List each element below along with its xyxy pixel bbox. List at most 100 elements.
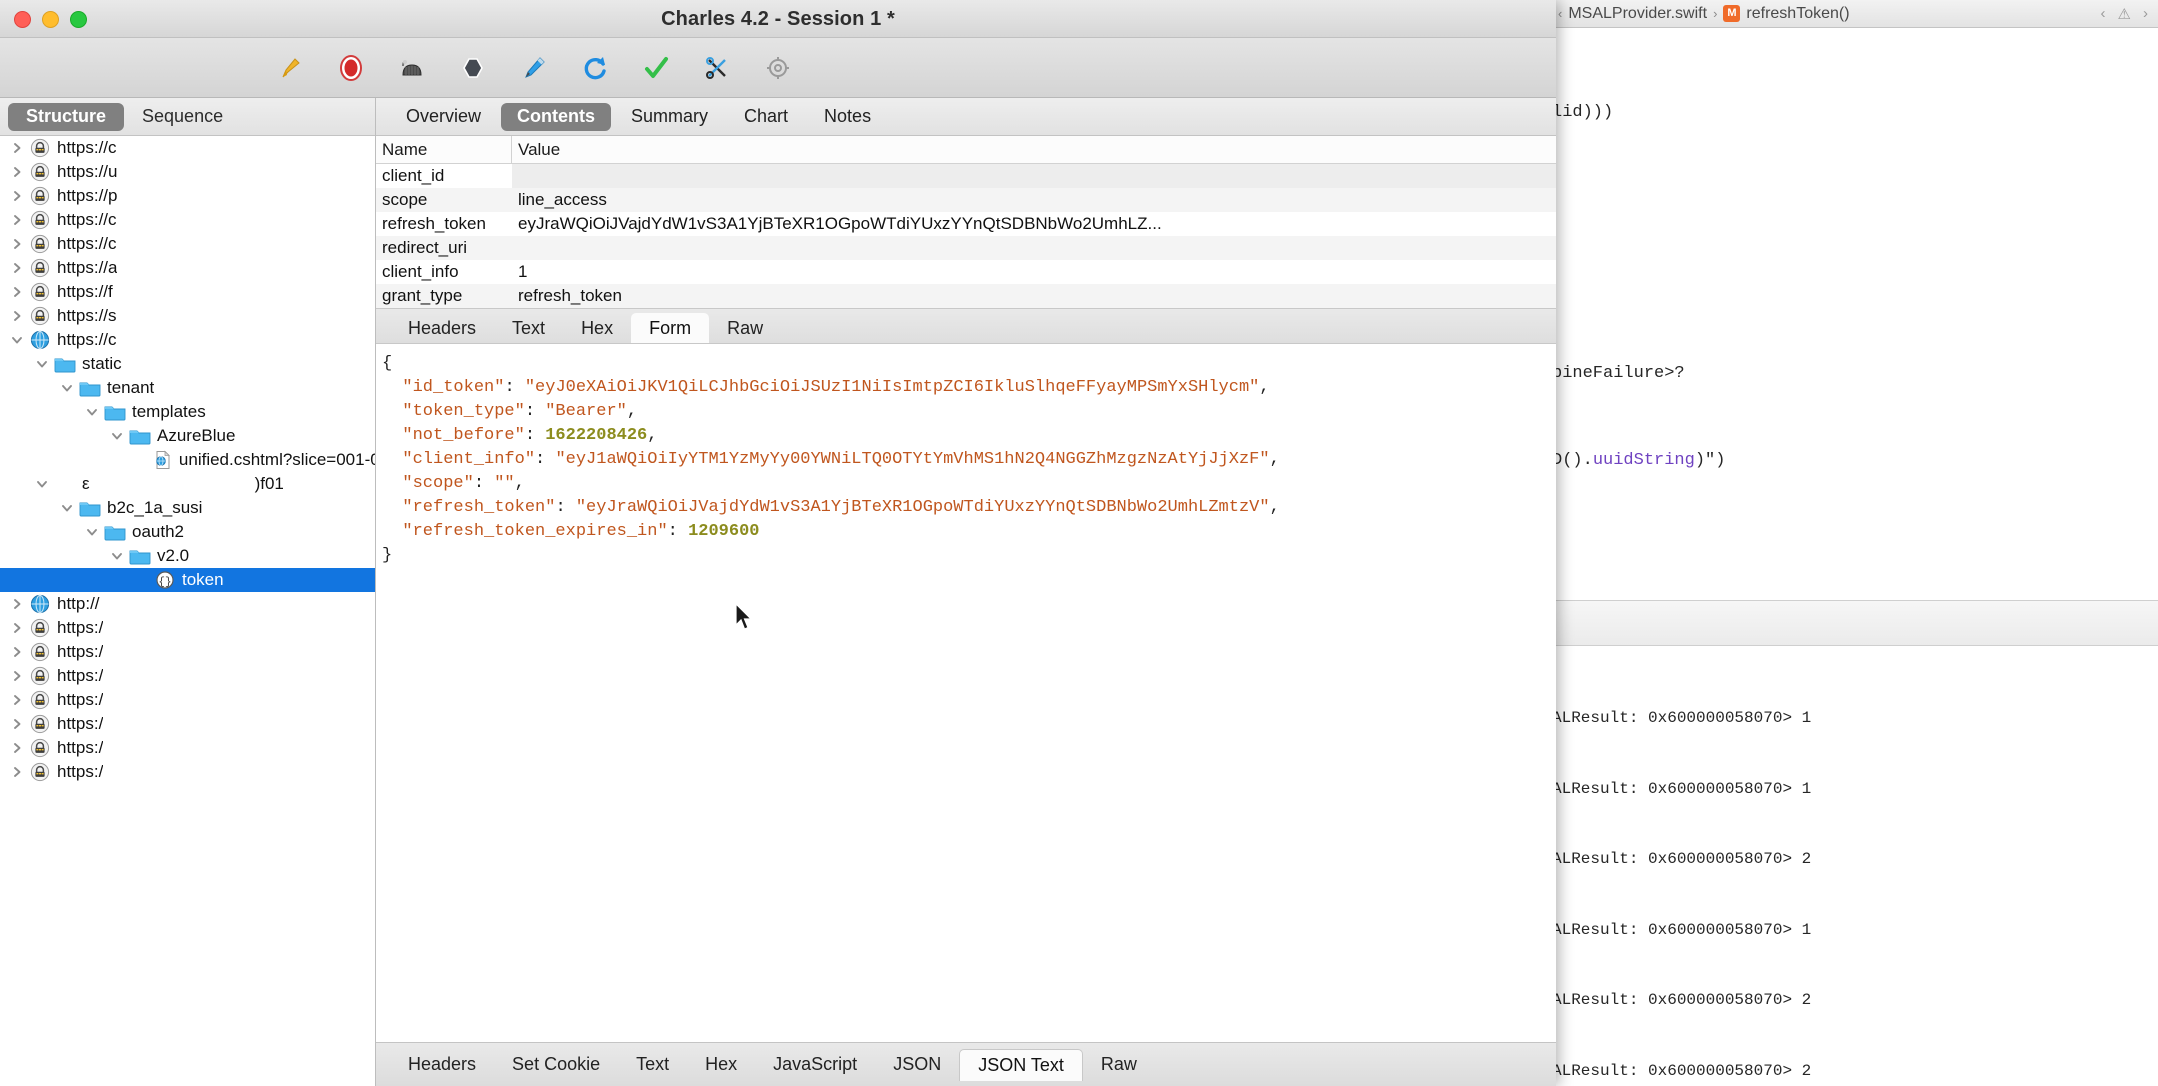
chevron-right-icon[interactable] [6,213,28,227]
main-toolbar[interactable] [0,38,1556,98]
session-tree[interactable]: https://c https://u https://p https://c http… [0,136,375,1086]
tree-item-https-f[interactable]: https://f [0,280,375,304]
chevron-right-icon[interactable] [6,693,28,707]
chevron-down-icon[interactable] [31,477,53,491]
minimize-window-button[interactable] [42,11,59,28]
chevron-down-icon[interactable] [106,429,128,443]
zoom-window-button[interactable] [70,11,87,28]
chevron-right-icon[interactable] [6,597,28,611]
breakpoints-icon[interactable] [453,48,493,88]
xcode-console-output[interactable]: ALResult: 0x600000058070> 1 ALResult: 0x… [1548,646,2158,1086]
subtab-raw[interactable]: Raw [709,313,781,343]
table-row[interactable]: client_id [376,164,1556,188]
tools-icon[interactable] [697,48,737,88]
chevron-right-icon[interactable] [6,717,28,731]
warning-icon[interactable]: ⚠ [2118,5,2131,23]
detail-tabbar[interactable]: Overview Contents Summary Chart Notes [376,98,1556,136]
tab-chart[interactable]: Chart [728,103,804,131]
table-row[interactable]: redirect_uri [376,236,1556,260]
clear-session-icon[interactable] [270,48,310,88]
chevron-down-icon[interactable] [56,381,78,395]
tab-overview[interactable]: Overview [390,103,497,131]
xcode-source-code[interactable]: lid))) bineFailure>? D().uuidString)") o… [1548,28,2158,640]
tree-item-https-u[interactable]: https://u [0,160,375,184]
chevron-left-nav-icon[interactable]: ‹ [2101,5,2106,23]
chevron-right-icon[interactable] [6,237,28,251]
subtab-form[interactable]: Form [631,313,710,343]
close-window-button[interactable] [14,11,31,28]
tree-item-static[interactable]: static [0,352,375,376]
tab-structure[interactable]: Structure [8,102,125,131]
structure-sequence-segmented-control[interactable]: Structure Sequence [0,98,375,136]
subtab-hex[interactable]: Hex [563,313,631,343]
chevron-right-icon[interactable] [6,669,28,683]
jumpbar-file-label[interactable]: MSALProvider.swift [1568,5,1707,23]
chevron-right-icon[interactable] [6,309,28,323]
bottomtab-hex[interactable]: Hex [687,1049,755,1081]
chevron-right-icon[interactable] [6,645,28,659]
chevron-down-icon[interactable] [6,333,28,347]
traffic-light-buttons[interactable] [14,11,87,28]
bottomtab-text[interactable]: Text [618,1049,687,1081]
tree-item-https[interactable]: https:/ [0,616,375,640]
throttle-icon[interactable] [392,48,432,88]
tab-sequence[interactable]: Sequence [124,103,241,131]
chevron-right-icon[interactable] [6,621,28,635]
tree-item-[interactable]: ε)f01 [0,472,375,496]
chevron-right-nav-icon[interactable]: › [2143,5,2148,23]
tree-item-b2c-1a-susi[interactable]: b2c_1a_susi [0,496,375,520]
bottomtab-json-text[interactable]: JSON Text [959,1048,1083,1081]
tree-item-https[interactable]: https:/ [0,688,375,712]
record-icon[interactable] [331,48,371,88]
subtab-text[interactable]: Text [494,313,563,343]
chevron-down-icon[interactable] [56,501,78,515]
chevron-down-icon[interactable] [81,405,103,419]
tree-item-unified-cshtml-slice-001-00[interactable]: unified.cshtml?slice=001-00 [0,448,375,472]
tree-item-oauth2[interactable]: oauth2 [0,520,375,544]
tree-item-https[interactable]: https:/ [0,736,375,760]
tree-item-http[interactable]: http:// [0,592,375,616]
chevron-right-icon[interactable] [6,261,28,275]
chevron-right-icon[interactable] [6,189,28,203]
tree-item-https[interactable]: https:/ [0,760,375,784]
param-value-cell[interactable]: eyJraWQiOiJVajdYdW1vS3A1YjBTeXR1OGpoWTdi… [512,214,1556,234]
chevron-down-icon[interactable] [106,549,128,563]
tree-item-https[interactable]: https:/ [0,640,375,664]
chevron-left-icon[interactable]: ‹ [1558,6,1562,21]
tree-item-https-s[interactable]: https://s [0,304,375,328]
tree-item-https-c[interactable]: https://c [0,232,375,256]
tab-summary[interactable]: Summary [615,103,724,131]
tree-item-azureblue[interactable]: AzureBlue [0,424,375,448]
tree-item-https-c[interactable]: https://c [0,328,375,352]
tab-notes[interactable]: Notes [808,103,887,131]
window-titlebar[interactable]: Charles 4.2 - Session 1 * [0,0,1556,38]
param-value-cell[interactable]: 1 [512,262,1556,282]
json-body-viewer[interactable]: { "id_token": "eyJ0eXAiOiJKV1QiLCJhbGciO… [376,344,1556,1042]
subtab-headers[interactable]: Headers [390,313,494,343]
chevron-right-icon[interactable] [6,285,28,299]
chevron-down-icon[interactable] [81,525,103,539]
table-row[interactable]: refresh_token eyJraWQiOiJVajdYdW1vS3A1YjB… [376,212,1556,236]
bottomtab-raw[interactable]: Raw [1083,1049,1155,1081]
xcode-debug-bar[interactable] [1548,600,2158,646]
repeat-icon[interactable] [575,48,615,88]
tree-item-https-p[interactable]: https://p [0,184,375,208]
table-row[interactable]: scope line_access [376,188,1556,212]
bottomtab-json[interactable]: JSON [875,1049,959,1081]
chevron-right-icon[interactable] [6,141,28,155]
response-body-tabbar[interactable]: Headers Set Cookie Text Hex JavaScript J… [376,1042,1556,1086]
tree-item-https-c[interactable]: https://c [0,208,375,232]
xcode-jump-bar[interactable]: ‹ MSALProvider.swift › M refreshToken() … [1548,0,2158,28]
table-row[interactable]: grant_type refresh_token [376,284,1556,308]
bottomtab-javascript[interactable]: JavaScript [755,1049,875,1081]
column-header-name[interactable]: Name [376,135,512,164]
compose-icon[interactable] [514,48,554,88]
request-body-tabbar[interactable]: Headers Text Hex Form Raw [376,308,1556,344]
param-value-cell[interactable]: refresh_token [512,286,1556,306]
tree-item-https-a[interactable]: https://a [0,256,375,280]
chevron-right-icon[interactable] [6,165,28,179]
param-value-input[interactable] [512,164,1556,188]
tab-contents[interactable]: Contents [501,102,612,131]
column-header-value[interactable]: Value [512,140,1556,160]
table-row[interactable]: client_info 1 [376,260,1556,284]
